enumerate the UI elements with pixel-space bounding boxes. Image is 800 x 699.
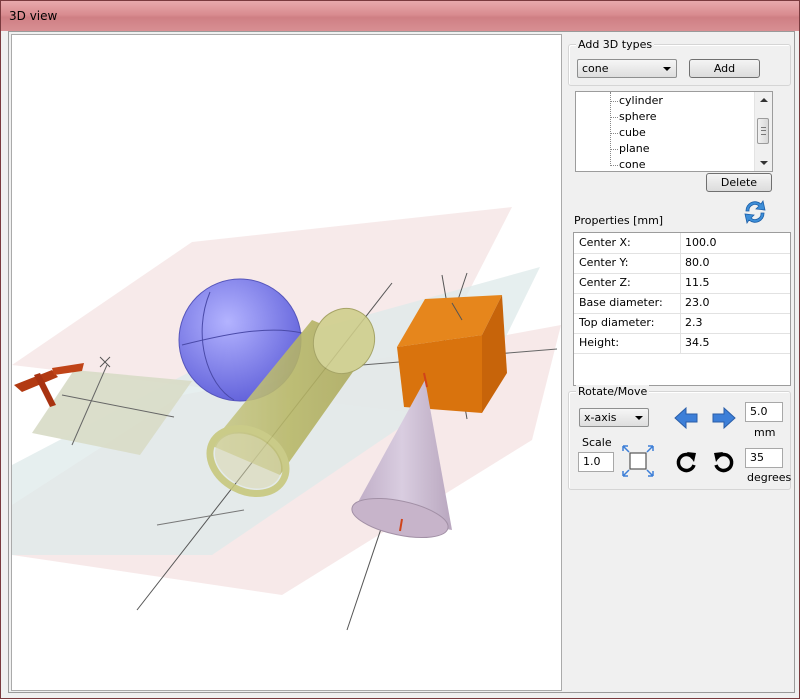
move-unit-label: mm	[754, 426, 776, 439]
property-value[interactable]: 2.3	[685, 316, 703, 329]
property-value[interactable]: 80.0	[685, 256, 710, 269]
arrow-right-icon[interactable]	[711, 406, 737, 430]
title-bar[interactable]: 3D view	[1, 1, 799, 31]
property-key: Top diameter:	[579, 316, 655, 329]
refresh-icon[interactable]	[741, 198, 769, 226]
type-select[interactable]: cone	[577, 59, 677, 78]
window-title: 3D view	[9, 9, 58, 23]
rotate-clockwise-icon[interactable]	[673, 449, 699, 475]
rotate-unit-label: degrees	[747, 471, 792, 484]
axis-select-value: x-axis	[584, 411, 617, 424]
tree-item-label: cube	[619, 126, 646, 139]
tree-item-label: cylinder	[619, 94, 663, 107]
property-value[interactable]: 23.0	[685, 296, 710, 309]
chevron-down-icon	[635, 416, 643, 420]
app-window: 3D view Add 3D types cone Add cylinder s…	[0, 0, 800, 699]
property-row-height: Height: 34.5	[574, 333, 790, 354]
scroll-thumb[interactable]	[757, 118, 769, 144]
property-row-base-diameter: Base diameter: 23.0	[574, 293, 790, 314]
scroll-down-icon[interactable]	[760, 161, 768, 165]
add-3d-types-title: Add 3D types	[576, 38, 655, 51]
type-select-value: cone	[582, 62, 609, 75]
rotate-step-input[interactable]: 35	[745, 448, 783, 468]
tree-item-cylinder[interactable]: cylinder	[610, 93, 663, 109]
rotate-counterclockwise-icon[interactable]	[711, 449, 737, 475]
3d-viewport[interactable]	[11, 34, 562, 691]
delete-button[interactable]: Delete	[706, 173, 772, 192]
scale-label: Scale	[582, 436, 612, 449]
rotate-move-group: Rotate/Move x-axis 5.0 mm Scale 1.0 35 d…	[568, 385, 792, 490]
property-key: Height:	[579, 336, 620, 349]
properties-title: Properties [mm]	[574, 214, 664, 227]
tree-item-label: sphere	[619, 110, 657, 123]
property-row-center-z: Center Z: 11.5	[574, 273, 790, 294]
tree-item-cone[interactable]: cone	[610, 157, 646, 173]
arrow-left-icon[interactable]	[673, 406, 699, 430]
property-row-center-x: Center X: 100.0	[574, 233, 790, 254]
property-key: Center Z:	[579, 276, 631, 289]
control-panel: Add 3D types cone Add cylinder sphere cu…	[565, 32, 794, 690]
object-tree[interactable]: cylinder sphere cube plane cone	[575, 91, 773, 172]
scroll-up-icon[interactable]	[760, 98, 768, 102]
property-value[interactable]: 100.0	[685, 236, 717, 249]
add-3d-types-group: Add 3D types cone Add	[568, 38, 791, 86]
property-key: Center X:	[579, 236, 631, 249]
scene-canvas[interactable]	[12, 35, 561, 690]
tree-item-plane[interactable]: plane	[610, 141, 650, 157]
property-key: Base diameter:	[579, 296, 663, 309]
tree-scrollbar[interactable]	[754, 92, 772, 171]
chevron-down-icon	[663, 67, 671, 71]
property-key: Center Y:	[579, 256, 629, 269]
tree-item-label: cone	[619, 158, 646, 171]
property-value[interactable]: 34.5	[685, 336, 710, 349]
add-button[interactable]: Add	[689, 59, 760, 78]
fit-view-icon[interactable]	[621, 444, 655, 478]
tree-item-label: plane	[619, 142, 650, 155]
property-row-top-diameter: Top diameter: 2.3	[574, 313, 790, 334]
property-value[interactable]: 11.5	[685, 276, 710, 289]
axis-select[interactable]: x-axis	[579, 408, 649, 427]
scale-input[interactable]: 1.0	[578, 452, 614, 472]
properties-table: Center X: 100.0 Center Y: 80.0 Center Z:…	[573, 232, 791, 386]
tree-item-cube[interactable]: cube	[610, 125, 646, 141]
client-area: Add 3D types cone Add cylinder sphere cu…	[8, 31, 795, 693]
move-step-input[interactable]: 5.0	[745, 402, 783, 422]
rotate-move-title: Rotate/Move	[576, 385, 650, 398]
tree-item-sphere[interactable]: sphere	[610, 109, 657, 125]
grip-icon	[761, 127, 766, 135]
property-row-center-y: Center Y: 80.0	[574, 253, 790, 274]
